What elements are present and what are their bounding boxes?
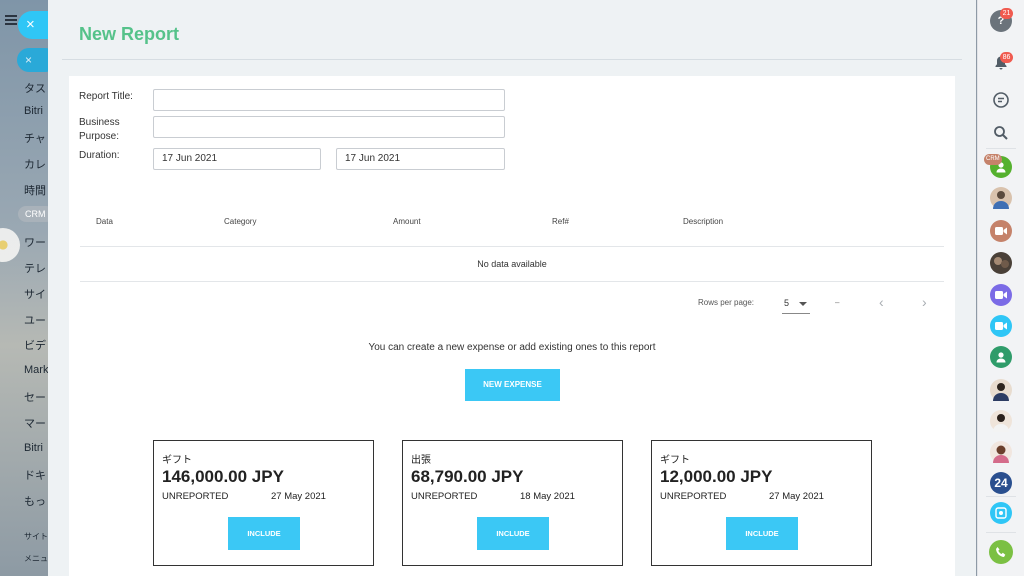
expense-date: 27 May 2021 [769,491,824,502]
expense-amount: 68,790.00 JPY [411,467,524,486]
column-header-data[interactable]: Data [96,217,113,226]
sidebar-item[interactable]: カレ [24,156,46,172]
report-title-input[interactable] [153,89,505,111]
sidebar-divider [986,148,1016,149]
screen-share-icon[interactable] [990,502,1012,524]
duration-label: Duration: [79,150,120,161]
hamburger-menu-icon[interactable] [5,15,17,25]
chevron-left-icon[interactable]: ‹ [879,295,884,309]
sidebar-item[interactable]: ワー [24,234,46,250]
expense-amount: 12,000.00 JPY [660,467,773,486]
duration-end-input[interactable]: 17 Jun 2021 [336,148,505,170]
new-expense-button[interactable]: NEW EXPENSE [465,369,560,401]
sidebar-item[interactable]: ユー [24,312,46,328]
rows-per-page-select[interactable]: 5 [782,296,810,314]
sidebar-item[interactable]: マー [24,415,46,431]
phone-call-icon[interactable] [989,540,1013,564]
report-card: Report Title: Business Purpose: Duration… [69,76,955,576]
sidebar-item[interactable]: セー [24,389,46,405]
video-call-icon[interactable] [990,284,1012,306]
table-header-divider [80,246,944,247]
user-avatar[interactable] [990,346,1012,368]
duration-start-input[interactable]: 17 Jun 2021 [153,148,321,170]
pagination-range: – [835,298,840,307]
create-expense-hint: You can create a new expense or add exis… [368,342,656,353]
notifications-badge: 86 [1000,52,1013,63]
include-button[interactable]: INCLUDE [477,517,549,550]
caret-down-icon [799,302,807,306]
include-button[interactable]: INCLUDE [228,517,300,550]
sidebar-divider [986,532,1016,533]
expense-status: UNREPORTED [162,491,229,502]
sidebar-divider [986,496,1016,497]
user-avatar[interactable] [990,441,1012,463]
page-title: New Report [79,24,180,44]
expense-category: ギフト [162,455,192,466]
sidebar-item[interactable]: ドキ [24,467,46,483]
expense-card: 出張 68,790.00 JPY UNREPORTED 18 May 2021 … [402,440,623,566]
expense-amount: 146,000.00 JPY [162,467,284,486]
sidebar-item[interactable]: チャ [24,130,46,146]
sidebar-small-item[interactable]: サイト [24,531,48,542]
background-sidebar: × × タス Bitri チャ カレ 時間 CRM ワー テレ サイ ユー ビデ… [0,0,48,576]
help-badge: 21 [1000,8,1013,19]
video-call-icon[interactable] [990,220,1012,242]
business-purpose-input[interactable] [153,116,505,138]
column-header-description[interactable]: Description [683,217,723,226]
right-sidebar: ? 21 86 CRM 24 [977,0,1024,576]
sidebar-item[interactable]: サイ [24,286,46,302]
column-header-amount[interactable]: Amount [393,217,421,226]
user-avatar[interactable] [990,379,1012,401]
report-title-label: Report Title: [79,91,133,102]
chat-icon[interactable] [990,89,1012,111]
sidebar-item[interactable]: Mark [24,364,48,376]
sidebar-pill[interactable]: × [17,48,48,72]
user-avatar[interactable] [990,187,1012,209]
column-header-ref[interactable]: Ref# [552,217,569,226]
group-avatar[interactable] [990,252,1012,274]
column-header-category[interactable]: Category [224,217,256,226]
counter-avatar[interactable]: 24 [990,472,1012,494]
sidebar-item[interactable]: 時間 [24,182,46,198]
table-empty-message: No data available [477,259,547,269]
expense-card: ギフト 12,000.00 JPY UNREPORTED 27 May 2021… [651,440,872,566]
expense-category: ギフト [660,455,690,466]
expense-status: UNREPORTED [660,491,727,502]
sidebar-item[interactable]: テレ [24,260,46,276]
sidebar-small-item[interactable]: メニュ [24,553,48,564]
expense-card: ギフト 146,000.00 JPY UNREPORTED 27 May 202… [153,440,374,566]
rows-per-page-value: 5 [784,298,790,308]
header-divider [62,59,962,60]
search-icon[interactable] [990,122,1012,144]
video-call-icon[interactable] [990,315,1012,337]
crm-tag: CRM [984,154,1002,165]
crm-section-badge: CRM [18,206,48,222]
sidebar-item[interactable]: Bitri [24,105,43,117]
new-report-panel: New Report Report Title: Business Purpos… [48,0,976,576]
sidebar-item[interactable]: タス [24,80,46,96]
rows-per-page-label: Rows per page: [698,298,755,307]
chevron-right-icon[interactable]: › [922,295,927,309]
user-avatar[interactable] [990,410,1012,432]
expense-date: 27 May 2021 [271,491,326,502]
flower-decoration [0,228,20,262]
sidebar-item[interactable]: もっ [24,493,46,509]
business-purpose-label: Business Purpose: [79,117,120,142]
close-slider-button[interactable]: × [18,11,48,39]
expense-date: 18 May 2021 [520,491,575,502]
include-button[interactable]: INCLUDE [726,517,798,550]
expense-status: UNREPORTED [411,491,478,502]
expense-category: 出張 [411,455,431,466]
sidebar-item[interactable]: ビデ [24,337,46,353]
table-footer-divider [80,281,944,282]
sidebar-item[interactable]: Bitri [24,442,43,454]
